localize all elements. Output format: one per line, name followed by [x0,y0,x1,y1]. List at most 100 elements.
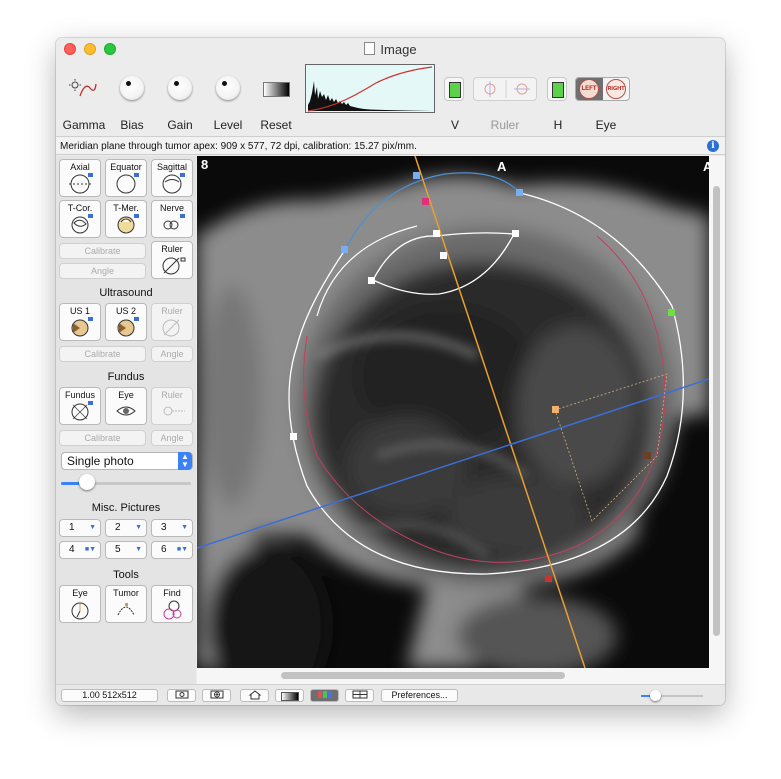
axial-icon [69,173,93,194]
tool-find-button[interactable]: Find [151,585,193,623]
h-toggle-button[interactable] [547,77,567,101]
fundus-angle-button[interactable]: Angle [151,430,193,446]
reset-label: Reset [260,118,292,132]
nerve-icon [163,214,185,230]
info-icon[interactable]: i [707,140,719,152]
info-text: Meridian plane through tumor apex: 909 x… [60,141,417,152]
us2-icon [117,317,139,337]
grid-icon [352,690,367,699]
gain-label: Gain [167,118,193,132]
color-channels-button[interactable] [310,689,339,702]
equator-button[interactable]: Equator [105,159,147,197]
bias-knob[interactable] [120,76,144,100]
equator-icon [116,173,139,194]
title-bar: Image [56,38,725,60]
us-calibrate-button[interactable]: Calibrate [59,346,146,362]
eye-label: Eye [595,118,617,132]
misc-section-title: Misc. Pictures [91,502,161,514]
ultrasound-section-title: Ultrasound [99,287,153,299]
preferences-button[interactable]: Preferences... [381,689,458,702]
find-tool-icon [163,600,182,620]
level-knob[interactable] [216,76,240,100]
zoom-out-icon [175,690,188,699]
zoom-readout: 1.00 512x512 [61,689,158,702]
status-slider[interactable] [641,690,703,701]
home-button[interactable] [240,689,269,702]
corner-label: 8 [201,157,208,172]
horizontal-scrollbar[interactable] [197,668,709,684]
calibrate-button[interactable]: Calibrate [59,243,146,259]
gamma-label: Gamma [62,118,106,132]
eye-tool-icon [71,602,89,620]
v-toggle-button[interactable] [444,77,464,101]
right-eye-icon[interactable]: RIGHT [606,79,626,99]
picture-5-button[interactable]: 5 ▼ [105,541,147,559]
eye-photo-button[interactable]: Eye [105,387,147,425]
histogram [305,64,435,113]
select-arrows-icon: ▲ ▼ [178,452,192,470]
fundus-ruler-button[interactable]: Ruler [151,387,193,425]
axial-button[interactable]: Axial [59,159,101,197]
t-cor-button[interactable]: T-Cor. [59,200,101,238]
t-mer-icon [117,214,139,234]
top-orientation-label: A [497,159,507,174]
home-icon [248,690,261,700]
gain-knob[interactable] [168,76,192,100]
status-bar: 1.00 512x512 Preferences... [56,684,725,705]
picture-4-button[interactable]: 4 ■▼ [59,541,101,559]
angle-button[interactable]: Angle [59,263,146,279]
grid-button[interactable] [345,689,374,702]
us2-button[interactable]: US 2 [105,303,147,341]
us-angle-button[interactable]: Angle [151,346,193,362]
tool-tumor-button[interactable]: Tumor [105,585,147,623]
vertical-scrollbar[interactable] [709,156,725,684]
fundus-button[interactable]: Fundus [59,387,101,425]
photo-slider-thumb[interactable] [79,474,95,490]
fundus-icon [71,401,93,421]
vertical-scroll-thumb[interactable] [713,186,720,636]
sidebar: Axial Equator Sagittal T-Cor. T-Mer. Ner… [56,156,196,684]
us1-icon [71,317,93,337]
ruler-segment-control [473,77,537,101]
zoom-in-button[interactable] [202,689,231,702]
photo-mode-select[interactable]: Single photo ▲ ▼ [61,452,193,470]
ultrasound-image[interactable]: 8 A A [197,156,709,668]
ruler-icon [162,319,180,337]
ruler-label: Ruler [490,118,520,132]
picture-3-button[interactable]: 3 ▼ [151,519,193,537]
ruler-icon [163,406,185,416]
picture-2-button[interactable]: 2 ▼ [105,519,147,537]
nerve-button[interactable]: Nerve [151,200,193,238]
left-eye-icon[interactable]: LEFT [579,79,599,99]
fundus-section-title: Fundus [107,371,145,383]
tools-section-title: Tools [113,569,139,581]
sagittal-button[interactable]: Sagittal [151,159,193,197]
tool-eye-button[interactable]: Eye [59,585,101,623]
window-title: Image [56,42,725,57]
us1-button[interactable]: US 1 [59,303,101,341]
image-viewer[interactable]: 8 A A [197,156,709,668]
eye-side-control[interactable]: LEFT RIGHT [575,77,630,101]
document-icon [364,42,376,55]
ruler-icon [162,257,186,275]
t-mer-button[interactable]: T-Mer. [105,200,147,238]
grayscale-button[interactable] [275,689,304,702]
image-window: Image LEFT RIGHT Gamma Bias Gain Level R… [56,38,725,705]
info-bar: Meridian plane through tumor apex: 909 x… [56,136,725,155]
fundus-calibrate-button[interactable]: Calibrate [59,430,146,446]
zoom-out-button[interactable] [167,689,196,702]
tumor-tool-icon [117,603,135,616]
bias-label: Bias [120,118,144,132]
color-channels-icon [317,691,332,698]
status-slider-thumb[interactable] [650,690,661,701]
t-cor-icon [71,214,93,234]
h-label: H [553,118,563,132]
v-label: V [450,118,459,132]
gamma-icon[interactable] [68,78,98,100]
ruler-button[interactable]: Ruler [151,241,193,279]
reset-gradient-icon[interactable] [263,82,290,97]
picture-6-button[interactable]: 6 ■▼ [151,541,193,559]
picture-1-button[interactable]: 1 ▼ [59,519,101,537]
horizontal-scroll-thumb[interactable] [281,672,565,679]
us-ruler-button[interactable]: Ruler [151,303,193,341]
